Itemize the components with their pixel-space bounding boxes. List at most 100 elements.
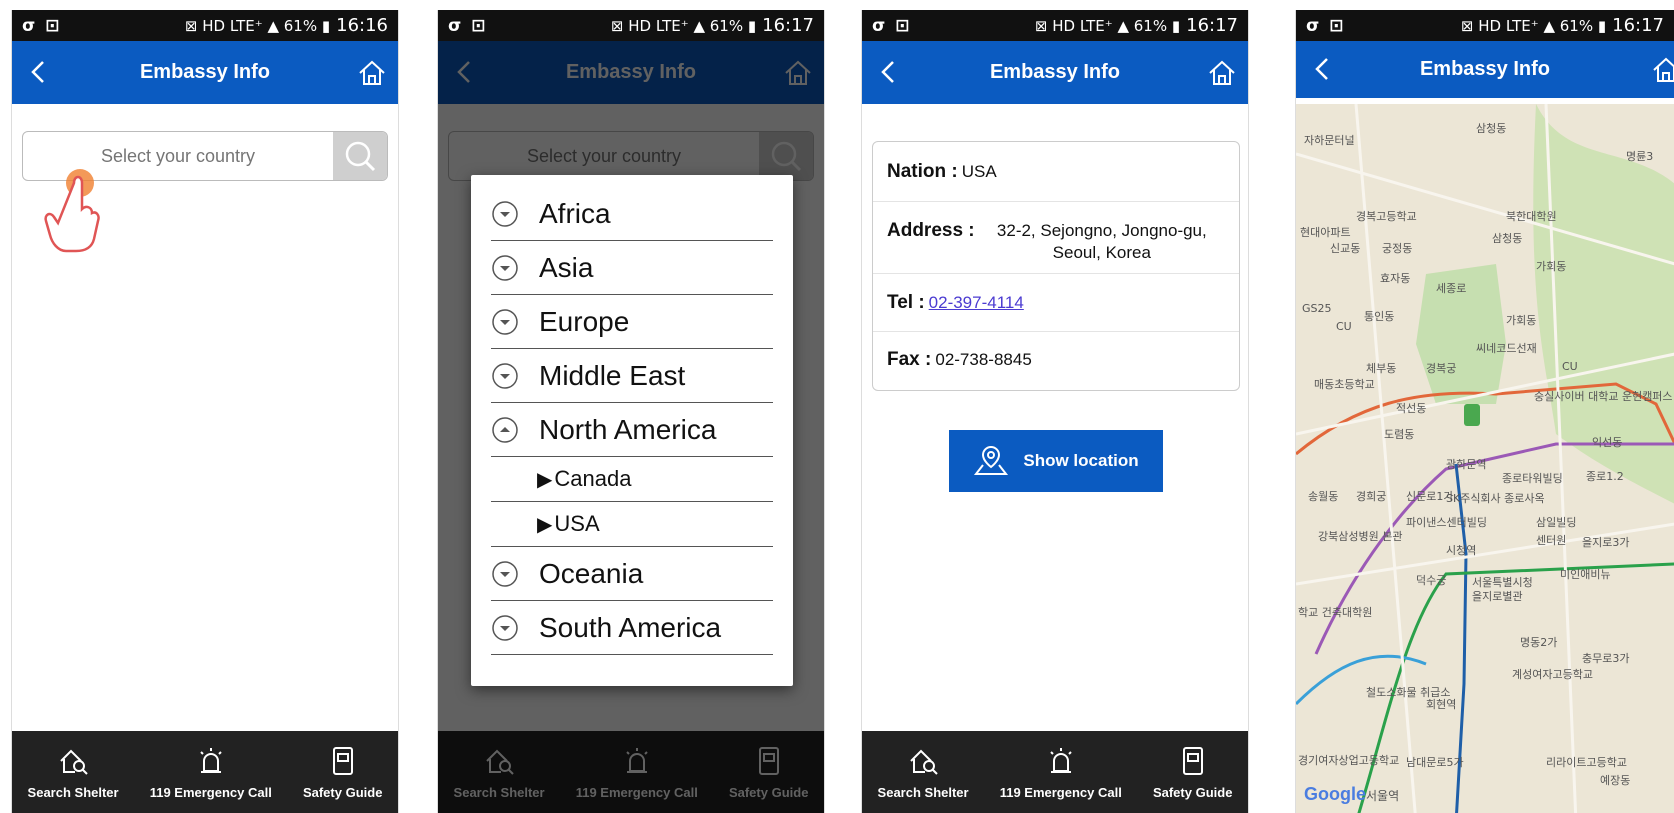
map-place-label: 학교 건축대학원 [1298,606,1373,619]
back-arrow-icon[interactable] [24,57,54,87]
nav-label: 119 Emergency Call [999,784,1122,800]
region-label: Asia [539,251,594,283]
region-item-oceania[interactable]: Oceania [491,547,773,601]
map-place-label: 매동초등학교 [1314,378,1375,391]
map-place-label: 명륜3 [1626,150,1654,163]
phone-screen-map: σ ⊡ ⊠ HD LTE⁺ ▲ 61% ▮ 16:17 Embassy Info 자… [1295,10,1674,813]
region-item-south-america[interactable]: South America [491,601,773,655]
region-item-north-america[interactable]: North America [491,403,773,457]
search-button[interactable] [333,132,387,180]
map-place-label: 자하문터널 [1304,134,1355,147]
show-location-button[interactable]: Show location [949,430,1163,492]
back-arrow-icon[interactable] [874,57,904,87]
guide-book-icon [332,746,353,775]
nav-label: Search Shelter [877,784,969,800]
nav-search-shelter[interactable]: Search Shelter [28,745,119,800]
map-place-label: 예장동 [1600,774,1631,787]
map-place-label: 파이낸스센터빌딩 [1406,516,1487,529]
region-item-middle-east[interactable]: Middle East [491,349,773,403]
phone-screen-embassy-details: σ ⊡ ⊠ HD LTE⁺ ▲ 61% ▮ 16:17 Embassy Info N… [861,10,1249,813]
status-icon: σ [448,15,462,36]
region-label: Oceania [539,557,644,589]
siren-icon [200,747,222,773]
map-place-label: 을지로3가 [1582,536,1630,549]
status-indicators: ⊠ HD LTE⁺ ▲ 61% ▮ [1460,16,1607,35]
map-place-label: 효자동 [1380,272,1411,285]
nation-value: USA [961,161,997,181]
nav-safety-guide[interactable]: Safety Guide [303,745,382,800]
map-place-label: 남대문로5가 [1406,756,1464,769]
map-place-label: 경희궁 [1356,490,1387,503]
country-item-canada[interactable]: ▶ Canada [491,457,773,502]
address-row: Address : 32-2, Sejongno, Jongno-gu, Seou… [873,202,1239,274]
country-label: USA [554,511,600,536]
page-title: Embassy Info [139,61,271,83]
map-place-label: 송월동 [1308,490,1339,503]
status-bar: σ ⊡ ⊠ HD LTE⁺ ▲ 61% ▮ 16:17 [862,10,1248,41]
tap-hand-icon [44,169,100,253]
map-place-label: 삼청동 [1476,122,1507,135]
map-place-label: 덕수궁 [1416,574,1447,587]
nav-label: Search Shelter [27,784,119,800]
nav-emergency-call[interactable]: 119 Emergency Call [150,745,272,800]
status-icon: σ [1306,15,1320,36]
map-place-label: 회현역 [1426,698,1457,711]
bottom-nav: Search Shelter 119 Emergency Call Safety… [12,731,398,813]
nation-label: Nation : [887,160,958,182]
region-label: South America [539,611,722,643]
chevron-down-icon [492,362,518,389]
home-icon[interactable] [1650,54,1674,86]
status-indicators: ⊠ HD LTE⁺ ▲ 61% ▮ [1034,16,1181,35]
map-place-label: 세종로 [1436,282,1467,295]
home-icon[interactable] [356,57,388,89]
chevron-up-icon [492,416,518,443]
map-place-label: 센터원 [1536,534,1567,547]
country-select-dialog: Africa Asia Europe Middle East North Ame… [471,175,793,686]
country-label: Canada [554,466,632,491]
region-item-africa[interactable]: Africa [491,187,773,241]
nav-emergency-call[interactable]: 119 Emergency Call [1000,745,1122,800]
location-marker-icon [1464,404,1480,426]
map-place-label: 명동2가 [1520,636,1558,649]
status-icon: σ [872,15,886,36]
region-item-asia[interactable]: Asia [491,241,773,295]
nav-safety-guide[interactable]: Safety Guide [1153,745,1232,800]
nation-row: Nation : USA [873,142,1239,202]
country-item-usa[interactable]: ▶ USA [491,502,773,547]
map-place-label: CU [1336,320,1352,333]
guide-book-icon [1182,746,1203,775]
status-icon: ⊡ [471,15,486,36]
map-view[interactable]: 자하문터널 삼청동 명륜3 경복고등학교 북한대학원 현대아파트 신교동 궁정동 삼청동 가회동 효… [1296,104,1674,813]
map-place-label: 강북삼성병원 본관 [1318,530,1403,543]
tel-link[interactable]: 02-397-4114 [929,293,1024,313]
map-place-label: 시청역 [1446,544,1477,557]
page-title: Embassy Info [989,61,1121,83]
status-icon: σ [22,15,36,36]
home-icon[interactable] [1206,57,1238,89]
fax-row: Fax :02-738-8845 [873,332,1239,388]
nav-search-shelter[interactable]: Search Shelter [878,745,969,800]
triangle-right-icon: ▶ [537,513,553,536]
map-place-label: 통인동 [1364,310,1395,323]
region-item-europe[interactable]: Europe [491,295,773,349]
app-bar: Embassy Info [1296,41,1674,98]
page-title: Embassy Info [1419,58,1551,80]
map-place-label: 계성여자고등학교 [1512,668,1593,681]
map-place-label: 북한대학원 [1506,210,1557,223]
status-time: 16:17 [762,15,814,36]
embassy-info-card: Nation : USA Address : 32-2, Sejongno, Jon… [872,141,1240,391]
map-place-label: 씨네코드선재 [1476,342,1537,355]
region-label: North America [539,413,717,445]
bottom-nav: Search Shelter 119 Emergency Call Safety… [862,731,1248,813]
chevron-down-icon [492,614,518,641]
map-place-label: 익선동 [1592,436,1623,449]
back-arrow-icon[interactable] [1308,54,1338,84]
status-time: 16:17 [1186,15,1238,36]
siren-icon [1050,747,1072,773]
status-indicators: ⊠ HD LTE⁺ ▲ 61% ▮ [184,16,331,35]
status-icon: ⊡ [45,15,60,36]
map-place-label: 현대아파트 [1300,226,1351,239]
triangle-right-icon: ▶ [537,468,553,491]
map-pin-icon [974,445,1009,475]
status-indicators: ⊠ HD LTE⁺ ▲ 61% ▮ [610,16,757,35]
